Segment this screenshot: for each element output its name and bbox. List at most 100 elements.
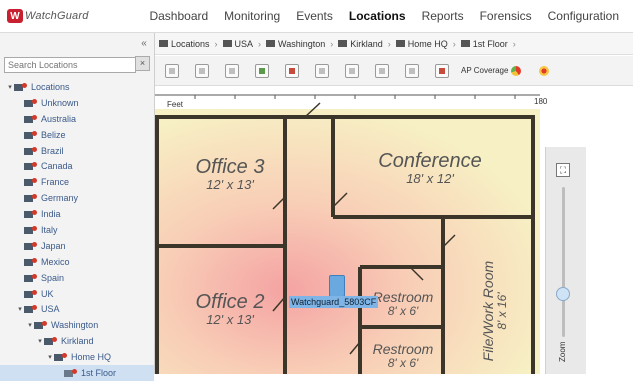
tree-item-label: USA [41,304,60,315]
tree-item[interactable]: Brazil [0,143,154,159]
tree-item-label: India [41,209,61,220]
room-name: Conference [378,150,482,172]
tree-item[interactable]: 1st Floor [0,365,154,381]
nav-dashboard[interactable]: Dashboard [141,0,216,32]
breadcrumb-label: Home HQ [407,38,448,49]
location-icon [24,210,38,219]
expand-toggle-icon[interactable]: ▾ [16,305,24,313]
room-file-work-room[interactable]: File/Work Room 8' x 16' [480,241,509,374]
nav-reports[interactable]: Reports [414,0,472,32]
tree-item[interactable]: Spain [0,270,154,286]
nav-events[interactable]: Events [288,0,341,32]
copy-icon[interactable] [315,63,329,78]
location-icon [24,114,38,123]
tree-item[interactable]: France [0,174,154,190]
room-restroom-2[interactable]: Restroom 8' x 6' [363,342,443,370]
zoom-slider-track[interactable] [562,187,565,337]
logo-text: WatchGuard [25,10,89,22]
ap-coverage-toggle[interactable]: AP Coverage [461,65,522,76]
ruler-unit: Feet [167,100,184,109]
tree-item[interactable]: ▾ USA [0,301,154,317]
breadcrumb-item[interactable]: USA [222,38,254,49]
breadcrumb-item[interactable]: Kirkland [338,39,383,49]
breadcrumb-label: Kirkland [350,38,383,49]
tree-item[interactable]: UK [0,286,154,302]
save-icon[interactable] [225,63,239,78]
location-icon [34,321,48,330]
expand-toggle-icon[interactable]: ▾ [36,337,44,345]
tree-item[interactable]: ▾ Home HQ [0,349,154,365]
expand-toggle-icon[interactable]: ▾ [46,353,54,361]
zoom-fit-icon[interactable]: ⛶ [556,163,570,177]
room-office-3[interactable]: Office 3 12' x 13' [175,157,285,192]
tree-item[interactable]: Canada [0,158,154,174]
tree-item[interactable]: ▾ Washington [0,317,154,333]
folder-icon [338,40,348,47]
floor-map[interactable]: Office 3 12' x 13' Conference 18' x 12' … [155,87,633,374]
zoom-slider-handle[interactable] [556,287,570,301]
delete-map-icon[interactable] [285,63,299,78]
breadcrumb-separator: › [214,38,218,49]
room-office-2[interactable]: Office 2 12' x 13' [175,292,285,327]
tree-item[interactable]: India [0,206,154,222]
room-conference[interactable]: Conference 18' x 12' [355,151,505,186]
tree-item-label: Japan [41,240,66,251]
settings-tool-icon[interactable] [195,63,209,78]
edit-map-icon[interactable] [255,63,269,78]
location-tree: ▾ Locations Unknown Australia Belize Brazil Ca… [0,79,154,381]
location-icon [24,130,38,139]
breadcrumb-item[interactable]: Locations [159,39,210,49]
tree-item[interactable]: Mexico [0,254,154,270]
tree-item[interactable]: Germany [0,190,154,206]
tree-item[interactable]: ▾ Kirkland [0,333,154,349]
fit-icon[interactable] [345,63,359,78]
tree-item[interactable]: Japan [0,238,154,254]
check-icon[interactable] [435,63,449,78]
tree-item[interactable]: ▾ Locations [0,79,154,95]
location-icon [24,98,38,107]
floor-toolbar: AP Coverage [155,56,633,86]
location-icon [24,178,38,187]
location-icon [24,257,38,266]
folder-icon [460,40,470,47]
access-point-label[interactable]: Watchguard_5803CF [289,296,379,308]
nav-configuration[interactable]: Configuration [540,0,627,32]
nav-locations[interactable]: Locations [340,0,414,32]
tree-item[interactable]: Unknown [0,95,154,111]
tree-item[interactable]: Australia [0,111,154,127]
tree-item-label: Mexico [41,256,70,267]
expand-toggle-icon[interactable]: ▾ [6,83,14,91]
location-icon [54,353,68,362]
nav-monitoring[interactable]: Monitoring [216,0,288,32]
tree-item[interactable]: Italy [0,222,154,238]
export-icon[interactable] [375,63,389,78]
location-icon [24,241,38,250]
clear-search-icon[interactable]: × [135,56,150,71]
tree-item-label: Washington [51,320,99,331]
tree-item-label: Germany [41,193,79,204]
select-tool-icon[interactable] [165,63,179,78]
search-row: × [4,55,150,73]
search-locations-input[interactable] [4,57,136,73]
breadcrumb-separator: › [512,38,516,49]
tree-item-label: Brazil [41,145,64,156]
breadcrumb-item[interactable]: Washington [266,39,325,49]
heatmap-icon[interactable] [539,65,550,76]
breadcrumb-label: USA [234,38,254,49]
breadcrumb-label: 1st Floor [472,38,508,49]
tree-item-label: Kirkland [61,336,94,347]
nav-forensics[interactable]: Forensics [472,0,540,32]
tree-item-label: Canada [41,161,73,172]
expand-toggle-icon[interactable]: ▾ [26,321,34,329]
logo[interactable]: W WatchGuard [7,7,89,25]
import-icon[interactable] [405,63,419,78]
breadcrumb-item[interactable]: Home HQ [395,38,448,49]
location-icon [14,82,28,91]
breadcrumb-item[interactable]: 1st Floor [460,38,508,49]
location-icon [24,289,38,298]
collapse-panel-button[interactable]: « [137,37,151,51]
access-point-marker[interactable] [329,275,345,297]
tree-item-label: France [41,177,70,188]
tree-item-label: Home HQ [71,352,112,363]
tree-item[interactable]: Belize [0,127,154,143]
